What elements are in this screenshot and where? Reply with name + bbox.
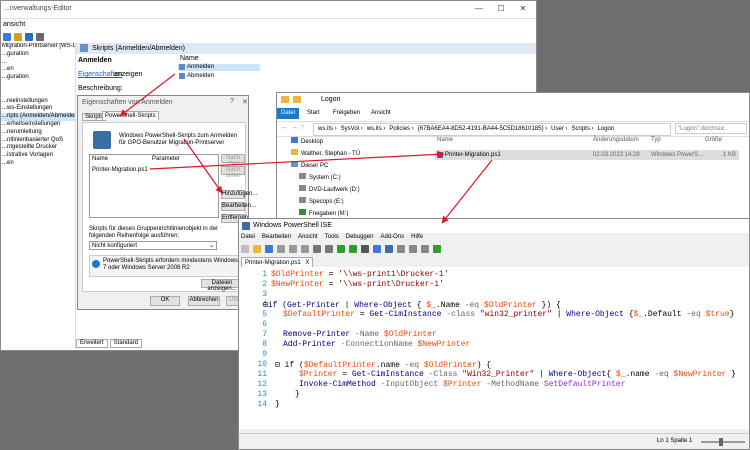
arrow-to-powershell-tab (119, 73, 176, 117)
arrow-to-file (149, 150, 445, 170)
arrow-to-ise (441, 159, 493, 224)
annotation-arrows (119, 73, 493, 224)
